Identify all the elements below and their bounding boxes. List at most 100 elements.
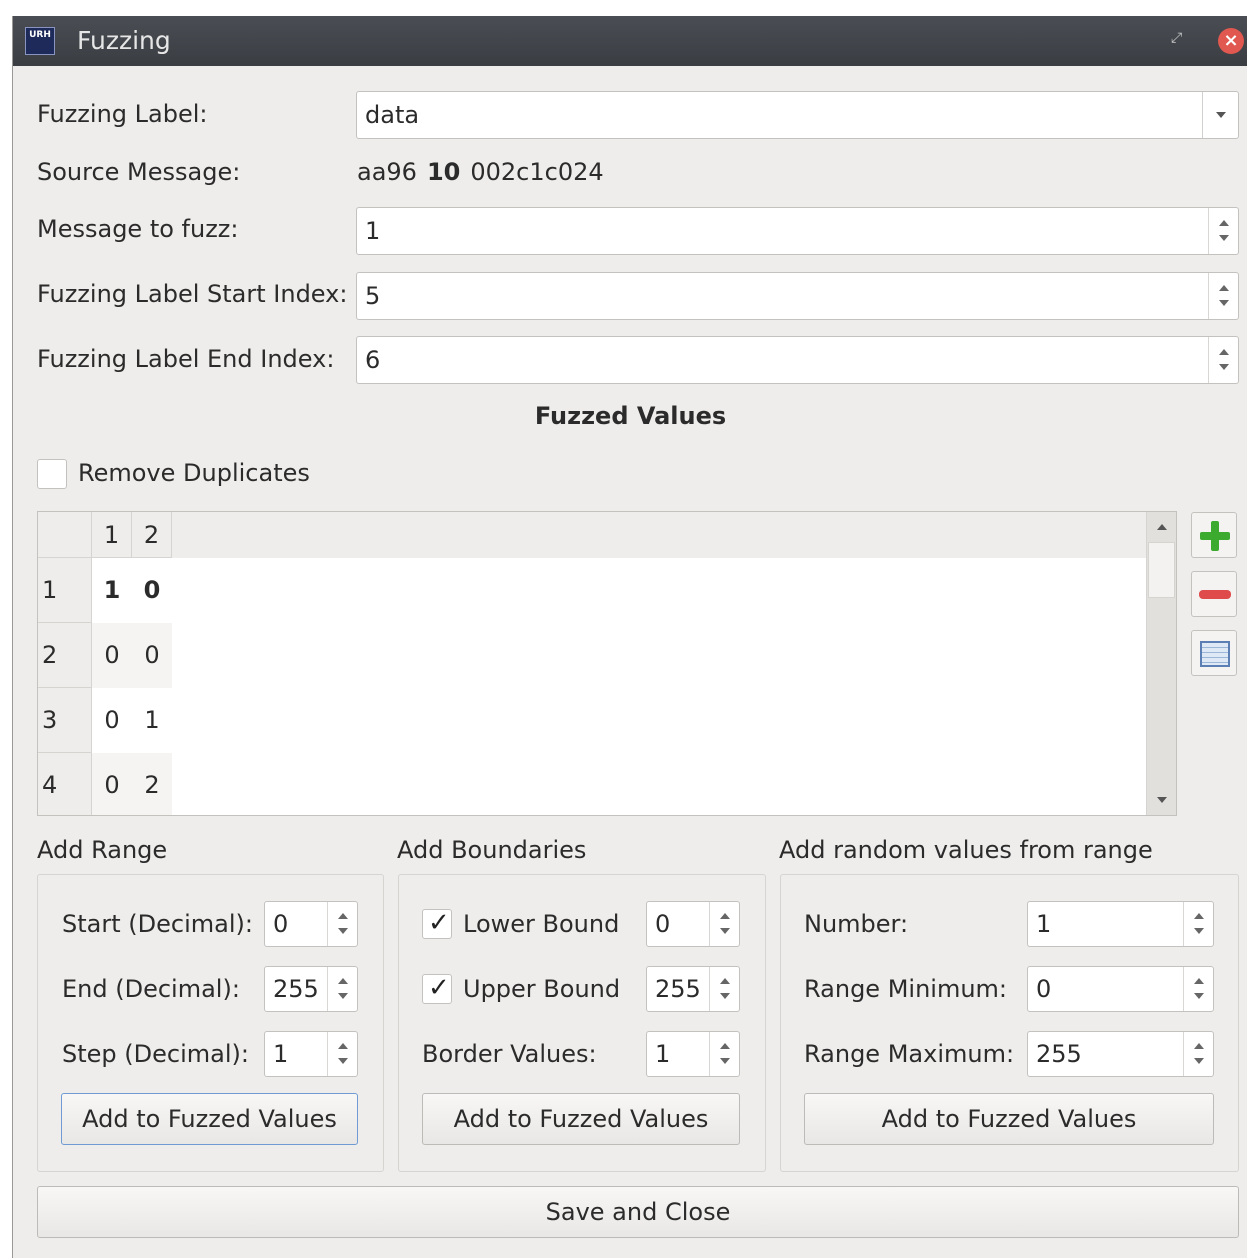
app-icon-text: URH: [29, 30, 51, 40]
repeat-values-button[interactable]: [1191, 630, 1237, 676]
row-header[interactable]: 1: [38, 558, 92, 623]
fuzzed-values-table[interactable]: 1 2 1 1 0 2 0 0 3 0 1 4 0 2: [37, 511, 1177, 816]
add-range-title: Add Range: [37, 836, 168, 864]
message-to-fuzz-value: 1: [365, 217, 381, 245]
add-random-group: Number: 1 Range Minimum: 0 Range Maximum…: [780, 874, 1239, 1172]
message-to-fuzz-spinbox[interactable]: 1: [356, 207, 1239, 255]
spin-arrows-icon[interactable]: [327, 967, 357, 1011]
scroll-down-icon[interactable]: [1157, 797, 1167, 803]
fuzzing-dialog: URH Fuzzing ⤢ × Fuzzing Label: data Sour…: [12, 16, 1247, 1258]
close-icon[interactable]: ×: [1218, 28, 1244, 54]
step-decimal-value: 1: [273, 1040, 289, 1068]
number-value: 1: [1036, 910, 1052, 938]
row-header[interactable]: 2: [38, 623, 92, 688]
start-index-spinbox[interactable]: 5: [356, 272, 1239, 320]
add-random-title: Add random values from range: [779, 836, 1153, 864]
range-minimum-spinbox[interactable]: 0: [1027, 966, 1214, 1012]
lower-bound-spinbox[interactable]: 0: [646, 901, 740, 947]
start-index-label: Fuzzing Label Start Index:: [37, 280, 348, 308]
scroll-up-icon[interactable]: [1157, 524, 1167, 530]
end-index-label: Fuzzing Label End Index:: [37, 345, 335, 373]
table-icon: [1200, 641, 1230, 667]
spin-arrows-icon[interactable]: [1183, 1032, 1213, 1076]
table-cell[interactable]: 1: [92, 558, 132, 623]
end-index-spinbox[interactable]: 6: [356, 336, 1239, 384]
upper-bound-label: Upper Bound: [463, 975, 621, 1003]
spin-arrows-icon[interactable]: [1183, 967, 1213, 1011]
end-decimal-label: End (Decimal):: [62, 975, 240, 1003]
start-decimal-value: 0: [273, 910, 289, 938]
scrollbar-thumb[interactable]: [1148, 542, 1175, 598]
source-message-suffix: 002c1c024: [470, 158, 604, 186]
spin-arrows-icon[interactable]: [709, 902, 739, 946]
title-bar: URH Fuzzing ⤢ ×: [13, 16, 1247, 66]
vertical-scrollbar[interactable]: [1146, 512, 1176, 815]
remove-duplicates-checkbox[interactable]: [37, 459, 67, 489]
source-message-highlight: 10: [426, 158, 461, 186]
source-message-label: Source Message:: [37, 158, 241, 186]
range-maximum-value: 255: [1036, 1040, 1082, 1068]
app-icon: URH: [25, 27, 55, 55]
step-decimal-label: Step (Decimal):: [62, 1040, 249, 1068]
row-header[interactable]: 4: [38, 753, 92, 815]
spin-arrows-icon[interactable]: [1208, 208, 1238, 254]
save-and-close-button[interactable]: Save and Close: [37, 1186, 1239, 1238]
column-header[interactable]: 1: [92, 512, 132, 558]
lower-bound-checkbox[interactable]: ✓: [422, 908, 452, 939]
add-range-button[interactable]: Add to Fuzzed Values: [61, 1093, 358, 1145]
chevron-down-icon[interactable]: [1202, 92, 1238, 138]
spin-arrows-icon[interactable]: [327, 902, 357, 946]
border-values-value: 1: [655, 1040, 671, 1068]
range-minimum-value: 0: [1036, 975, 1052, 1003]
table-cell[interactable]: 1: [132, 688, 172, 753]
table-cell[interactable]: 0: [92, 688, 132, 753]
range-maximum-spinbox[interactable]: 255: [1027, 1031, 1214, 1077]
step-decimal-spinbox[interactable]: 1: [264, 1031, 358, 1077]
table-corner[interactable]: [38, 512, 92, 558]
table-cell[interactable]: 0: [132, 623, 172, 688]
end-decimal-spinbox[interactable]: 255: [264, 966, 358, 1012]
add-boundaries-button[interactable]: Add to Fuzzed Values: [422, 1093, 740, 1145]
border-values-label: Border Values:: [422, 1040, 597, 1068]
spin-arrows-icon[interactable]: [709, 1032, 739, 1076]
window-title: Fuzzing: [77, 26, 171, 55]
number-label: Number:: [804, 910, 909, 938]
spin-arrows-icon[interactable]: [327, 1032, 357, 1076]
column-header[interactable]: 2: [132, 512, 172, 558]
source-message-prefix: aa96: [357, 158, 417, 186]
fuzzing-label-label: Fuzzing Label:: [37, 100, 208, 128]
add-range-group: Start (Decimal): 0 End (Decimal): 255 St…: [37, 874, 384, 1172]
row-header[interactable]: 3: [38, 688, 92, 753]
end-decimal-value: 255: [273, 975, 319, 1003]
spin-arrows-icon[interactable]: [1183, 902, 1213, 946]
range-maximum-label: Range Maximum:: [804, 1040, 1015, 1068]
table-cell[interactable]: 0: [92, 753, 132, 815]
fuzzing-label-combo[interactable]: data: [356, 91, 1239, 139]
check-icon: ✓: [428, 973, 450, 1003]
table-cell[interactable]: 0: [92, 623, 132, 688]
end-index-value: 6: [365, 346, 381, 374]
spin-arrows-icon[interactable]: [1208, 337, 1238, 383]
add-row-icon[interactable]: [1191, 512, 1237, 558]
upper-bound-spinbox[interactable]: 255: [646, 966, 740, 1012]
restore-icon[interactable]: ⤢: [1171, 31, 1183, 45]
fuzzed-values-title: Fuzzed Values: [534, 402, 727, 430]
upper-bound-checkbox[interactable]: ✓: [422, 973, 452, 1004]
table-cell[interactable]: 0: [132, 558, 172, 623]
remove-row-icon[interactable]: [1191, 571, 1237, 617]
add-random-button[interactable]: Add to Fuzzed Values: [804, 1093, 1214, 1145]
spin-arrows-icon[interactable]: [1208, 273, 1238, 319]
border-values-spinbox[interactable]: 1: [646, 1031, 740, 1077]
start-index-value: 5: [365, 282, 381, 310]
add-boundaries-group: ✓ Lower Bound 0 ✓ Upper Bound 255 Border…: [398, 874, 766, 1172]
range-minimum-label: Range Minimum:: [804, 975, 1008, 1003]
start-decimal-spinbox[interactable]: 0: [264, 901, 358, 947]
lower-bound-label: Lower Bound: [463, 910, 620, 938]
table-cell[interactable]: 2: [132, 753, 172, 815]
source-message-value: aa96 10 002c1c024: [357, 158, 604, 186]
message-to-fuzz-label: Message to fuzz:: [37, 215, 239, 243]
number-spinbox[interactable]: 1: [1027, 901, 1214, 947]
remove-duplicates-label: Remove Duplicates: [78, 459, 310, 487]
add-boundaries-title: Add Boundaries: [397, 836, 587, 864]
spin-arrows-icon[interactable]: [709, 967, 739, 1011]
